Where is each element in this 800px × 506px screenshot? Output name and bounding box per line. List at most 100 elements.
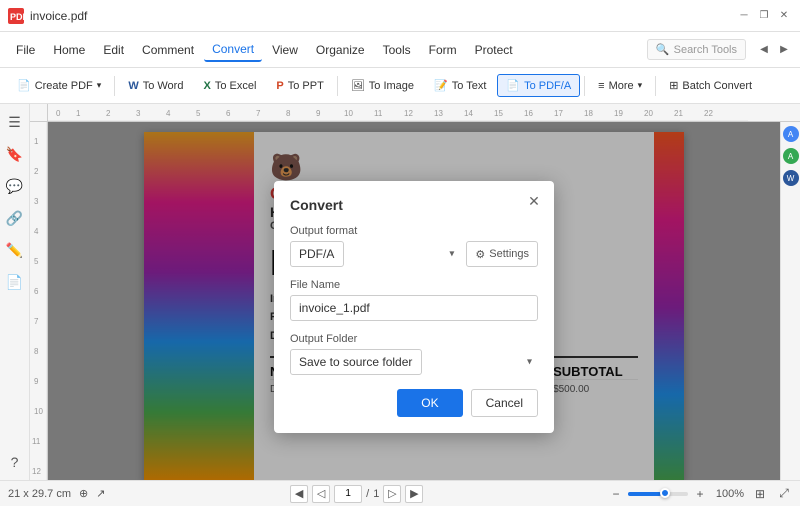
image-icon: 🖼	[351, 79, 365, 92]
sidebar-icon-help[interactable]: ?	[5, 452, 25, 472]
svg-text:11: 11	[374, 109, 383, 118]
cancel-button[interactable]: Cancel	[471, 389, 538, 417]
svg-text:2: 2	[34, 167, 39, 176]
fit-page-button[interactable]: ⊞	[752, 486, 768, 502]
output-folder-select[interactable]: Save to source folder	[290, 349, 422, 375]
sidebar-icon-link[interactable]: 🔗	[5, 208, 25, 228]
ruler-vertical: 1 2 3 4 5 6 7 8 9 10 11 12	[30, 122, 48, 480]
sidebar-icon-layers[interactable]: 📄	[5, 272, 25, 292]
zoom-level: 100%	[712, 488, 744, 500]
search-tools[interactable]: 🔍 Search Tools	[647, 39, 746, 60]
to-text-button[interactable]: 📝 To Text	[425, 74, 495, 97]
menu-file[interactable]: File	[8, 39, 43, 61]
menu-home[interactable]: Home	[45, 39, 93, 61]
last-page-button[interactable]: ▷	[383, 485, 401, 503]
right-tool-2[interactable]: A	[783, 148, 799, 164]
settings-button[interactable]: ⚙ Settings	[466, 241, 538, 267]
menu-view[interactable]: View	[264, 39, 306, 61]
menu-tools[interactable]: Tools	[375, 39, 419, 61]
sidebar-icon-bookmark[interactable]: 🔖	[5, 144, 25, 164]
left-sidebar: ☰ 🔖 💬 🔗 ✏️ 📄 ?	[0, 104, 30, 480]
svg-text:20: 20	[644, 109, 653, 118]
create-pdf-button[interactable]: 📄 Create PDF ▾	[8, 74, 110, 97]
svg-text:9: 9	[34, 377, 39, 386]
output-folder-row: Save to source folder	[290, 349, 538, 375]
ruler-horizontal: 0 1 2 3 4 5 6 7 8 9 10 11 12 13	[48, 104, 800, 121]
create-pdf-icon: 📄	[17, 79, 31, 92]
svg-text:PDF: PDF	[10, 12, 24, 22]
more-button[interactable]: ≡ More ▾	[589, 75, 651, 97]
ruler-corner	[30, 104, 48, 122]
ok-button[interactable]: OK	[397, 389, 462, 417]
pdfa-icon: 📄	[506, 79, 520, 92]
dialog-title: Convert	[290, 197, 538, 213]
first-page-button[interactable]: ◁	[312, 485, 330, 503]
minimize-button[interactable]: ─	[736, 8, 752, 24]
prev-page-button[interactable]: ◀	[290, 485, 308, 503]
output-format-row: PDF/A ⚙ Settings	[290, 241, 538, 267]
menu-form[interactable]: Form	[421, 39, 465, 61]
page-number-input[interactable]	[334, 485, 362, 503]
settings-label: Settings	[489, 248, 529, 260]
zoom-out-button[interactable]: −	[608, 486, 624, 502]
svg-text:6: 6	[34, 287, 39, 296]
svg-text:4: 4	[166, 109, 171, 118]
sidebar-icon-signature[interactable]: ✏️	[5, 240, 25, 260]
svg-text:12: 12	[32, 467, 41, 476]
menu-edit[interactable]: Edit	[95, 39, 132, 61]
to-excel-button[interactable]: X To Excel	[194, 75, 265, 97]
svg-text:13: 13	[434, 109, 443, 118]
divider-1	[114, 76, 115, 96]
right-tool-3[interactable]: W	[783, 170, 799, 186]
batch-convert-button[interactable]: ⊞ Batch Convert	[660, 74, 761, 97]
svg-text:18: 18	[584, 109, 593, 118]
file-name-input[interactable]	[290, 295, 538, 321]
menu-protect[interactable]: Protect	[467, 39, 521, 61]
fullscreen-button[interactable]: ⤢	[776, 486, 792, 502]
menu-bar: File Home Edit Comment Convert View Orga…	[0, 32, 800, 68]
next-page-button[interactable]: ▶	[405, 485, 423, 503]
svg-text:16: 16	[524, 109, 533, 118]
output-folder-label: Output Folder	[290, 333, 538, 345]
zoom-slider-thumb[interactable]	[660, 488, 670, 498]
svg-text:10: 10	[34, 407, 43, 416]
title-bar-filename: invoice.pdf	[30, 9, 736, 23]
menu-organize[interactable]: Organize	[308, 39, 373, 61]
svg-text:3: 3	[34, 197, 39, 206]
output-format-select[interactable]: PDF/A	[290, 241, 344, 267]
page-nav-controls: ◀ ◁ / 1 ▷ ▶	[290, 485, 423, 503]
page-separator: /	[366, 488, 369, 500]
search-placeholder: Search Tools	[674, 44, 737, 56]
restore-button[interactable]: ❐	[756, 8, 772, 24]
zoom-in-button[interactable]: +	[692, 486, 708, 502]
to-pdfa-button[interactable]: 📄 To PDF/A	[497, 74, 580, 97]
window-controls: ─ ❐ ✕	[736, 8, 792, 24]
to-word-button[interactable]: W To Word	[119, 75, 192, 97]
sidebar-icon-menu[interactable]: ☰	[5, 112, 25, 132]
excel-icon: X	[203, 80, 210, 92]
toolbar: 📄 Create PDF ▾ W To Word X To Excel P To…	[0, 68, 800, 104]
menu-comment[interactable]: Comment	[134, 39, 202, 61]
svg-text:5: 5	[34, 257, 39, 266]
sidebar-icon-comment[interactable]: 💬	[5, 176, 25, 196]
divider-3	[584, 76, 585, 96]
to-image-button[interactable]: 🖼 To Image	[342, 74, 423, 97]
menu-convert[interactable]: Convert	[204, 38, 262, 62]
dialog-overlay: Convert ✕ Output format PDF/A	[144, 132, 684, 480]
svg-text:21: 21	[674, 109, 683, 118]
right-tool-1[interactable]: A	[783, 126, 799, 142]
to-ppt-button[interactable]: P To PPT	[267, 75, 332, 97]
close-button[interactable]: ✕	[776, 8, 792, 24]
nav-forward-button[interactable]: ▶	[776, 42, 792, 58]
pdf-page-area: 🐻 COLORFUL HELMETS COMPANY Invoice Invoi…	[48, 122, 780, 480]
settings-icon: ⚙	[475, 248, 485, 261]
svg-text:22: 22	[704, 109, 713, 118]
zoom-slider[interactable]	[628, 492, 688, 496]
svg-text:2: 2	[106, 109, 111, 118]
dialog-close-button[interactable]: ✕	[524, 191, 544, 211]
svg-text:17: 17	[554, 109, 563, 118]
svg-text:1: 1	[34, 137, 39, 146]
svg-text:8: 8	[286, 109, 291, 118]
nav-back-button[interactable]: ◀	[756, 42, 772, 58]
title-bar: PDF invoice.pdf ─ ❐ ✕	[0, 0, 800, 32]
